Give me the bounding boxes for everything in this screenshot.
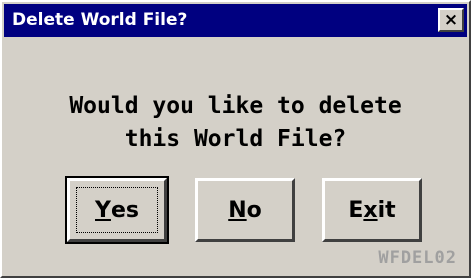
yes-button[interactable]: Yes [65, 176, 169, 244]
focus-indicator [76, 187, 158, 233]
message-line-1: Would you like to delete [69, 93, 402, 119]
exit-button[interactable]: Ex it [322, 178, 422, 242]
exit-mnemonic: x [363, 197, 378, 223]
title-bar[interactable]: Delete World File? × [4, 4, 467, 37]
exit-label-start: E [348, 197, 364, 223]
no-label-rest: o [246, 197, 262, 223]
close-icon: × [443, 9, 459, 30]
delete-world-file-dialog: Delete World File? × Would you like to d… [0, 0, 471, 278]
message-line-2: this World File? [124, 126, 347, 152]
close-button[interactable]: × [438, 8, 464, 32]
no-mnemonic: N [228, 197, 247, 223]
no-button[interactable]: No [195, 178, 295, 242]
dialog-title: Delete World File? [12, 10, 188, 30]
exit-label-rest: it [377, 197, 396, 223]
dialog-message: Would you like to delete this World File… [4, 90, 467, 156]
dialog-code: WFDEL02 [378, 248, 457, 268]
